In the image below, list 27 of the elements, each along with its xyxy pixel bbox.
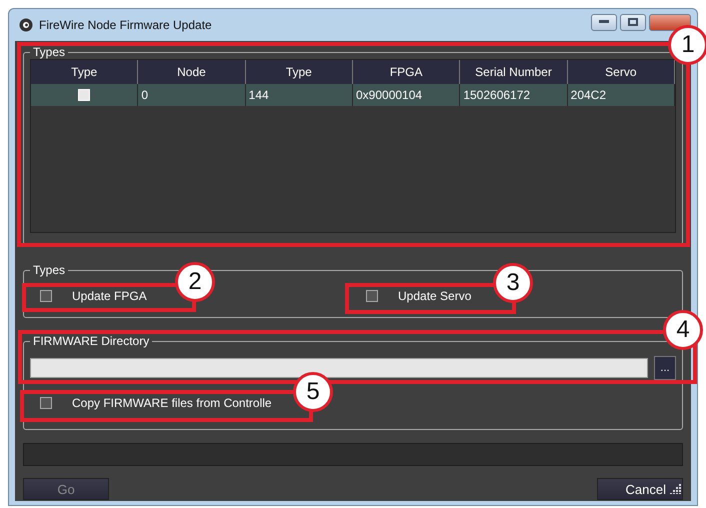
minimize-icon (599, 20, 609, 24)
table-cell: 0x90000104 (353, 84, 460, 106)
directory-field[interactable] (30, 358, 648, 378)
close-button[interactable] (649, 14, 691, 30)
table-cell: 144 (246, 84, 353, 106)
group-legend: Types (30, 263, 68, 277)
resize-grip-icon[interactable] (670, 483, 681, 494)
checkbox-label[interactable]: Update FPGA (72, 289, 147, 303)
group-legend: FIRMWARE Directory (30, 334, 152, 348)
cancel-button[interactable]: Cancel (597, 478, 683, 500)
app-icon (19, 18, 33, 32)
maximize-button[interactable] (620, 14, 646, 30)
browse-button[interactable]: ... (654, 356, 676, 380)
row-checkbox[interactable] (78, 89, 90, 101)
table-cell: 204C2 (568, 84, 675, 106)
group-legend: Types (30, 45, 68, 59)
window-title: FireWire Node Firmware Update (39, 18, 212, 32)
checkbox[interactable] (40, 397, 52, 409)
maximize-icon (628, 18, 638, 26)
checkbox[interactable] (40, 290, 52, 302)
table-cell: 0 (138, 84, 246, 106)
table-cell: 1502606172 (460, 84, 568, 106)
minimize-button[interactable] (591, 14, 617, 30)
checkbox[interactable] (366, 290, 378, 302)
checkbox-label[interactable]: Update Servo (398, 289, 472, 303)
checkbox-label[interactable]: Copy FIRMWARE files from Controlle (72, 396, 272, 410)
table-row[interactable]: 0 144 0x90000104 1502606172 204C2 (31, 84, 675, 106)
